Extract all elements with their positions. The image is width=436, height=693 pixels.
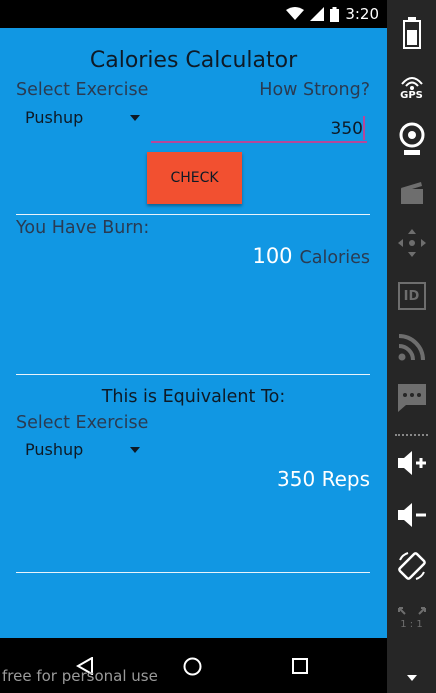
gps-icon[interactable]: GPS: [387, 70, 436, 106]
signal-icon: [310, 7, 325, 21]
home-icon[interactable]: [183, 657, 202, 676]
exercise-spinner[interactable]: Pushup: [16, 106, 146, 130]
exercise-spinner-2[interactable]: Pushup: [16, 438, 146, 462]
chevron-down-icon: [130, 115, 140, 121]
app-content: Calories Calculator Select Exercise How …: [0, 28, 387, 638]
select-exercise-label: Select Exercise: [16, 80, 149, 100]
text-cursor: [363, 116, 365, 140]
page-title: Calories Calculator: [89, 48, 298, 73]
calories-result: 100 Calories: [252, 244, 370, 268]
chevron-down-icon: [130, 447, 140, 453]
select-exercise-label-2: Select Exercise: [16, 413, 149, 433]
strength-input-underline: [151, 141, 367, 143]
strength-label: How Strong?: [259, 80, 370, 100]
strength-input[interactable]: 350: [151, 112, 367, 146]
recents-icon[interactable]: [292, 658, 308, 674]
equivalent-label: This is Equivalent To:: [101, 387, 286, 407]
exercise-spinner-value: Pushup: [25, 108, 84, 127]
sms-icon[interactable]: [387, 381, 436, 415]
gps-label: GPS: [400, 89, 423, 101]
check-button[interactable]: CHECK: [147, 152, 242, 204]
separator-dots: [395, 434, 428, 436]
volume-down-icon[interactable]: [387, 499, 436, 531]
strength-input-value: 350: [330, 119, 363, 139]
device-screen: 3:20 Calories Calculator Select Exercise…: [0, 0, 387, 693]
wifi-icon: [286, 7, 305, 20]
divider-top: [16, 214, 370, 215]
id-label: ID: [397, 282, 426, 310]
divider-bottom: [16, 572, 370, 573]
rss-icon[interactable]: [387, 330, 436, 364]
webcam-icon[interactable]: [387, 120, 436, 158]
status-time: 3:20: [345, 5, 379, 23]
burn-label: You Have Burn:: [16, 218, 150, 238]
status-bar: 3:20: [0, 0, 387, 28]
more-icon[interactable]: [387, 668, 436, 688]
reps-result: 350 Reps: [277, 467, 370, 491]
emulator-side-panel: GPS ID 1: 1: [387, 0, 436, 693]
watermark: free for personal use: [2, 667, 158, 685]
identity-icon[interactable]: ID: [387, 280, 436, 312]
rotate-icon[interactable]: [387, 548, 436, 584]
scale-icon[interactable]: 1 : 1: [387, 600, 436, 636]
exercise-spinner-2-value: Pushup: [25, 440, 84, 459]
battery-icon: [330, 6, 340, 22]
battery-icon[interactable]: [387, 12, 436, 54]
dpad-icon[interactable]: [387, 226, 436, 260]
calories-value: 100: [252, 244, 293, 268]
ratio-label: 1 : 1: [400, 618, 423, 630]
status-icons: 3:20: [286, 5, 379, 23]
divider-middle: [16, 374, 370, 375]
screencast-icon[interactable]: [387, 178, 436, 208]
calories-unit: Calories: [299, 248, 370, 268]
volume-up-icon[interactable]: [387, 447, 436, 479]
